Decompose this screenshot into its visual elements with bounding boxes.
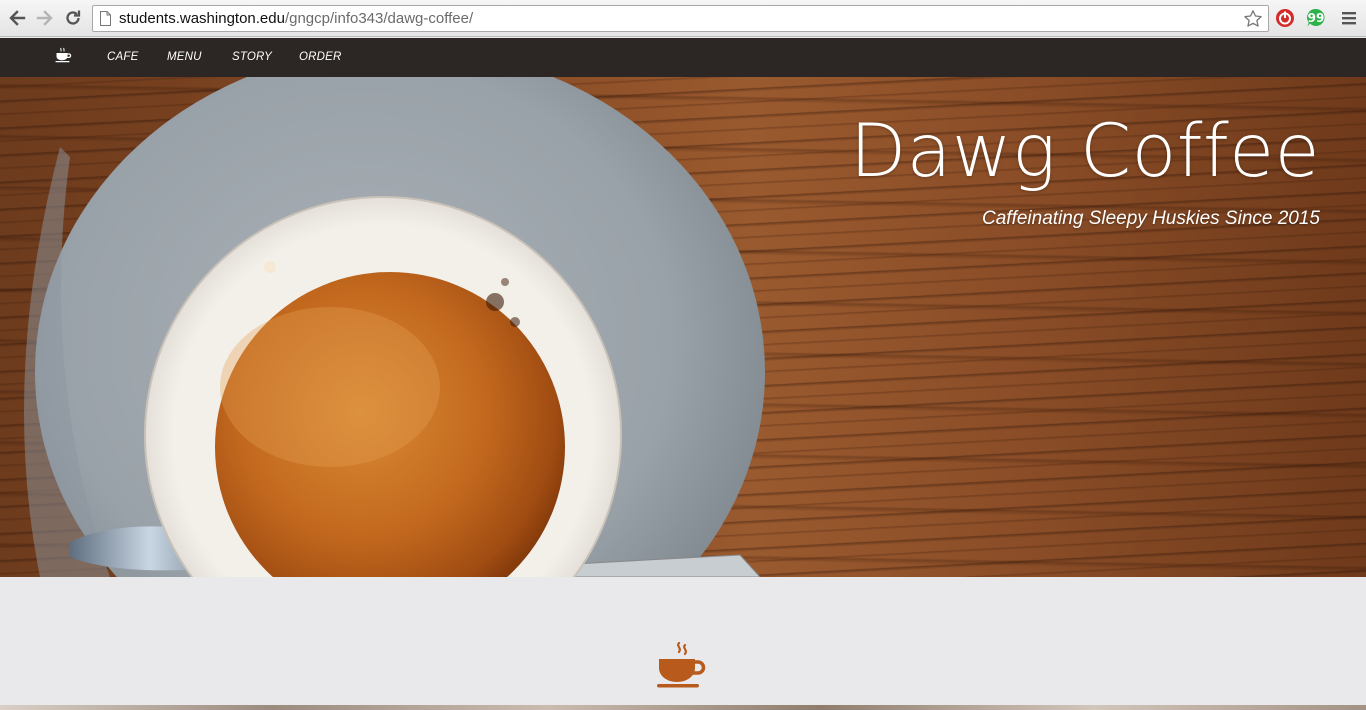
url-host: students.washington.edu bbox=[119, 10, 285, 27]
forward-button[interactable] bbox=[34, 7, 56, 29]
reload-icon bbox=[66, 10, 81, 25]
back-button[interactable] bbox=[6, 7, 28, 29]
hero-subtitle: Caffeinating Sleepy Huskies Since 2015 bbox=[982, 208, 1320, 229]
url-text[interactable]: students.washington.edu/gngcp/info343/da… bbox=[119, 10, 473, 28]
cafe-section bbox=[0, 577, 1366, 706]
coffee-cup-icon[interactable] bbox=[55, 47, 73, 63]
svg-text:99: 99 bbox=[1308, 11, 1325, 25]
bookmark-star-icon[interactable] bbox=[1243, 9, 1263, 29]
red-power-extension-icon[interactable] bbox=[1275, 8, 1295, 28]
address-bar[interactable]: students.washington.edu/gngcp/info343/da… bbox=[92, 5, 1269, 32]
browser-toolbar: students.washington.edu/gngcp/info343/da… bbox=[0, 0, 1366, 37]
hero-banner: Dawg Coffee Caffeinating Sleepy Huskies … bbox=[0, 77, 1366, 577]
back-arrow-icon bbox=[9, 10, 26, 26]
nav-link-story[interactable]: STORY bbox=[232, 51, 272, 63]
hamburger-menu-icon[interactable] bbox=[1339, 8, 1359, 28]
steaming-coffee-cup-icon bbox=[657, 642, 706, 688]
nav-link-menu[interactable]: MENU bbox=[167, 51, 202, 63]
reload-button[interactable] bbox=[62, 7, 84, 29]
hero-title: Dawg Coffee bbox=[849, 109, 1320, 194]
next-section-preview bbox=[0, 705, 1366, 710]
nav-link-cafe[interactable]: CAFE bbox=[107, 51, 138, 63]
site-navbar: CAFE MENU STORY ORDER bbox=[0, 38, 1366, 77]
url-path: /gngcp/info343/dawg-coffee/ bbox=[284, 10, 474, 27]
green-quote-extension-icon[interactable]: 99 bbox=[1306, 8, 1326, 28]
forward-arrow-icon bbox=[36, 10, 53, 26]
page-icon bbox=[100, 11, 111, 26]
nav-link-order[interactable]: ORDER bbox=[299, 51, 342, 63]
